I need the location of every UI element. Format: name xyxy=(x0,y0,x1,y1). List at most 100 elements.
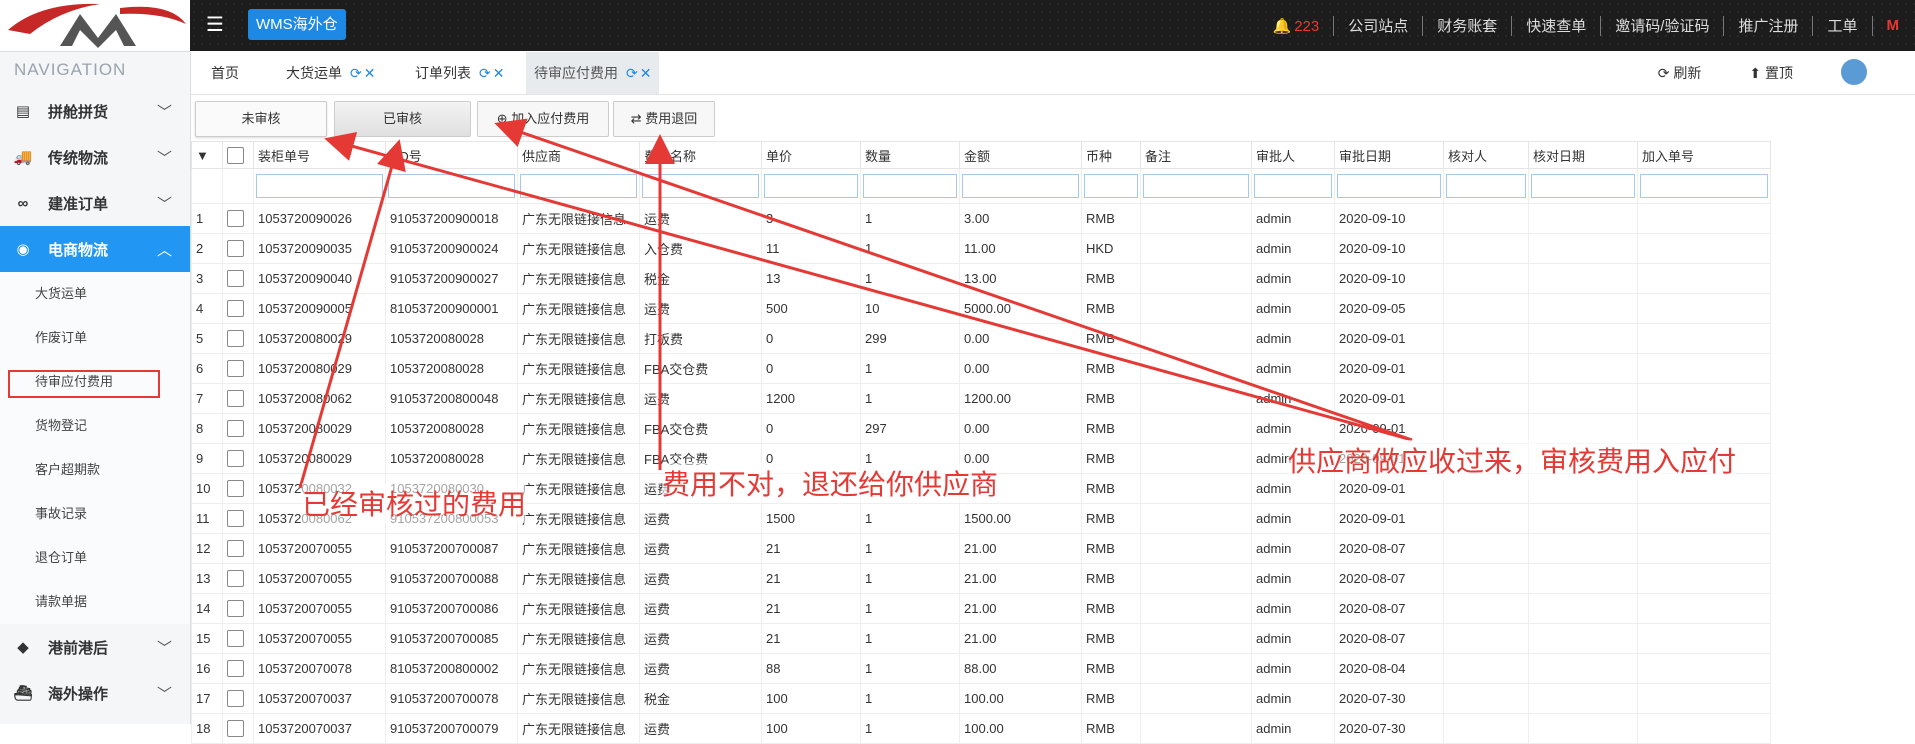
table-row[interactable]: 18 1053720070037 910537200700079 广东无限链接信息 运费… xyxy=(191,713,1771,744)
column-filter-input[interactable] xyxy=(1337,174,1441,198)
column-header[interactable]: 审批人 xyxy=(1251,141,1335,169)
notification-bell[interactable]: 🔔 223 xyxy=(1273,17,1320,35)
user-logo[interactable]: M xyxy=(1887,17,1900,34)
sidebar-subitem[interactable]: 待审应付费用 xyxy=(0,360,190,404)
refresh-icon[interactable]: ⟳ xyxy=(479,65,491,81)
column-header[interactable]: SO号 xyxy=(385,141,518,169)
column-filter-input[interactable] xyxy=(1143,174,1249,198)
column-filter-input[interactable] xyxy=(1254,174,1332,198)
column-filter-input[interactable] xyxy=(1640,174,1768,198)
refresh-icon[interactable]: ⟳ xyxy=(350,65,362,81)
sidebar-subitem[interactable]: 作废订单 xyxy=(0,316,190,360)
column-header[interactable]: 审批日期 xyxy=(1334,141,1444,169)
menu-toggle-icon[interactable]: ☰ xyxy=(200,10,230,40)
refresh-button[interactable]: ⟳ 刷新 xyxy=(1658,63,1726,83)
column-filter-input[interactable] xyxy=(388,174,515,198)
sidebar-group[interactable]: ◆ 港前港后 ﹀ xyxy=(0,624,190,670)
table-row[interactable]: 13 1053720070055 910537200700088 广东无限链接信息 运费… xyxy=(191,563,1771,594)
row-checkbox[interactable] xyxy=(222,503,254,534)
row-checkbox[interactable] xyxy=(222,323,254,354)
column-header[interactable]: 核对人 xyxy=(1443,141,1529,169)
brand-button[interactable]: WMS海外仓 xyxy=(248,9,346,40)
row-checkbox[interactable] xyxy=(222,413,254,444)
column-filter-input[interactable] xyxy=(764,174,858,198)
sidebar-subitem[interactable]: 退仓订单 xyxy=(0,536,190,580)
row-checkbox[interactable] xyxy=(222,233,254,264)
column-filter-input[interactable] xyxy=(256,174,383,198)
table-row[interactable]: 7 1053720080062 910537200800048 广东无限链接信息 运费 1… xyxy=(191,383,1771,414)
table-row[interactable]: 17 1053720070037 910537200700078 广东无限链接信息 税金… xyxy=(191,683,1771,714)
table-row[interactable]: 14 1053720070055 910537200700086 广东无限链接信息 运费… xyxy=(191,593,1771,624)
reviewed-tab-button[interactable]: 已审核 xyxy=(334,101,471,137)
top-link-3[interactable]: 邀请码/验证码 xyxy=(1615,15,1709,36)
column-header[interactable]: 核对日期 xyxy=(1528,141,1638,169)
column-header[interactable]: 供应商 xyxy=(517,141,640,169)
pin-top-button[interactable]: ⬆ 置顶 xyxy=(1749,63,1817,83)
row-checkbox[interactable] xyxy=(222,203,254,234)
column-filter-input[interactable] xyxy=(962,174,1079,198)
row-checkbox[interactable] xyxy=(222,473,254,504)
column-header[interactable]: 数量 xyxy=(860,141,960,169)
return-fee-button[interactable]: ⇄ 费用退回 xyxy=(613,101,715,137)
top-link-2[interactable]: 快速查单 xyxy=(1526,15,1586,36)
sidebar-subitem[interactable]: 大货运单 xyxy=(0,272,190,316)
table-row[interactable]: 12 1053720070055 910537200700087 广东无限链接信息 运费… xyxy=(191,533,1771,564)
chat-avatar[interactable] xyxy=(1841,58,1891,88)
close-icon[interactable]: ✕ xyxy=(640,65,652,81)
sidebar-group[interactable]: ∞ 建准订单 ﹀ xyxy=(0,180,190,226)
sidebar-group[interactable]: ▤ 拼舱拼货 ﹀ xyxy=(0,88,190,134)
table-row[interactable]: 16 1053720070078 810537200800002 广东无限链接信息 运费… xyxy=(191,653,1771,684)
column-filter-input[interactable] xyxy=(1531,174,1635,198)
row-checkbox[interactable] xyxy=(222,563,254,594)
top-link-4[interactable]: 推广注册 xyxy=(1738,15,1798,36)
sidebar-subitem[interactable]: 客户超期款 xyxy=(0,448,190,492)
table-row[interactable]: 4 1053720090005 810537200900001 广东无限链接信息 运费 5… xyxy=(191,293,1771,324)
row-checkbox[interactable] xyxy=(222,533,254,564)
table-row[interactable]: 8 1053720080029 1053720080028 广东无限链接信息 FBA交仓… xyxy=(191,413,1771,444)
tab-order-list[interactable]: 订单列表 ⟳ ✕ xyxy=(415,52,504,94)
column-header[interactable]: 费用名称 xyxy=(639,141,762,169)
row-checkbox[interactable] xyxy=(222,683,254,714)
column-header[interactable]: 币种 xyxy=(1081,141,1141,169)
row-checkbox[interactable] xyxy=(222,443,254,474)
tab-bulk-waybill[interactable]: 大货运单 ⟳ ✕ xyxy=(286,52,375,94)
column-header[interactable]: 备注 xyxy=(1140,141,1252,169)
row-checkbox[interactable] xyxy=(222,353,254,384)
sidebar-subitem[interactable]: 请款单据 xyxy=(0,580,190,624)
row-checkbox[interactable] xyxy=(222,263,254,294)
unreviewed-tab-button[interactable]: 未审核 xyxy=(195,101,327,137)
column-header[interactable]: 单价 xyxy=(761,141,861,169)
column-header[interactable]: 装柜单号 xyxy=(253,141,386,169)
column-filter-input[interactable] xyxy=(642,174,759,198)
select-all-checkbox[interactable] xyxy=(222,141,254,169)
row-checkbox[interactable] xyxy=(222,383,254,414)
row-checkbox[interactable] xyxy=(222,623,254,654)
table-row[interactable]: 2 1053720090035 910537200900024 广东无限链接信息 入仓费… xyxy=(191,233,1771,264)
row-checkbox[interactable] xyxy=(222,713,254,744)
column-filter-input[interactable] xyxy=(520,174,637,198)
column-header[interactable]: 金额 xyxy=(959,141,1082,169)
sidebar-group[interactable]: 🚚 传统物流 ﹀ xyxy=(0,134,190,180)
close-icon[interactable]: ✕ xyxy=(364,65,376,81)
sidebar-group[interactable]: ◉ 电商物流 ︿ xyxy=(0,226,190,272)
table-row[interactable]: 1 1053720090026 910537200900018 广东无限链接信息 运费 3… xyxy=(191,203,1771,234)
sidebar-group[interactable]: ⛴ 海外操作 ﹀ xyxy=(0,670,190,716)
column-filter-input[interactable] xyxy=(1446,174,1526,198)
tab-pending-payables[interactable]: 待审应付费用 ⟳ ✕ xyxy=(526,52,660,94)
top-link-0[interactable]: 公司站点 xyxy=(1348,15,1408,36)
row-checkbox[interactable] xyxy=(222,593,254,624)
table-row[interactable]: 5 1053720080029 1053720080028 广东无限链接信息 打板费 0 2… xyxy=(191,323,1771,354)
column-filter-input[interactable] xyxy=(1084,174,1138,198)
top-link-1[interactable]: 财务账套 xyxy=(1437,15,1497,36)
column-filter-input[interactable] xyxy=(863,174,957,198)
close-icon[interactable]: ✕ xyxy=(493,65,505,81)
add-payable-button[interactable]: ⊕ 加入应付费用 xyxy=(477,101,609,137)
table-row[interactable]: 15 1053720070055 910537200700085 广东无限链接信息 运费… xyxy=(191,623,1771,654)
filter-icon[interactable]: ▼ xyxy=(191,141,223,169)
refresh-icon[interactable]: ⟳ xyxy=(626,65,638,81)
column-header[interactable]: 加入单号 xyxy=(1637,141,1771,169)
row-checkbox[interactable] xyxy=(222,653,254,684)
sidebar-subitem[interactable]: 货物登记 xyxy=(0,404,190,448)
top-link-5[interactable]: 工单 xyxy=(1827,15,1857,36)
tab-home[interactable]: 首页 xyxy=(211,52,239,94)
